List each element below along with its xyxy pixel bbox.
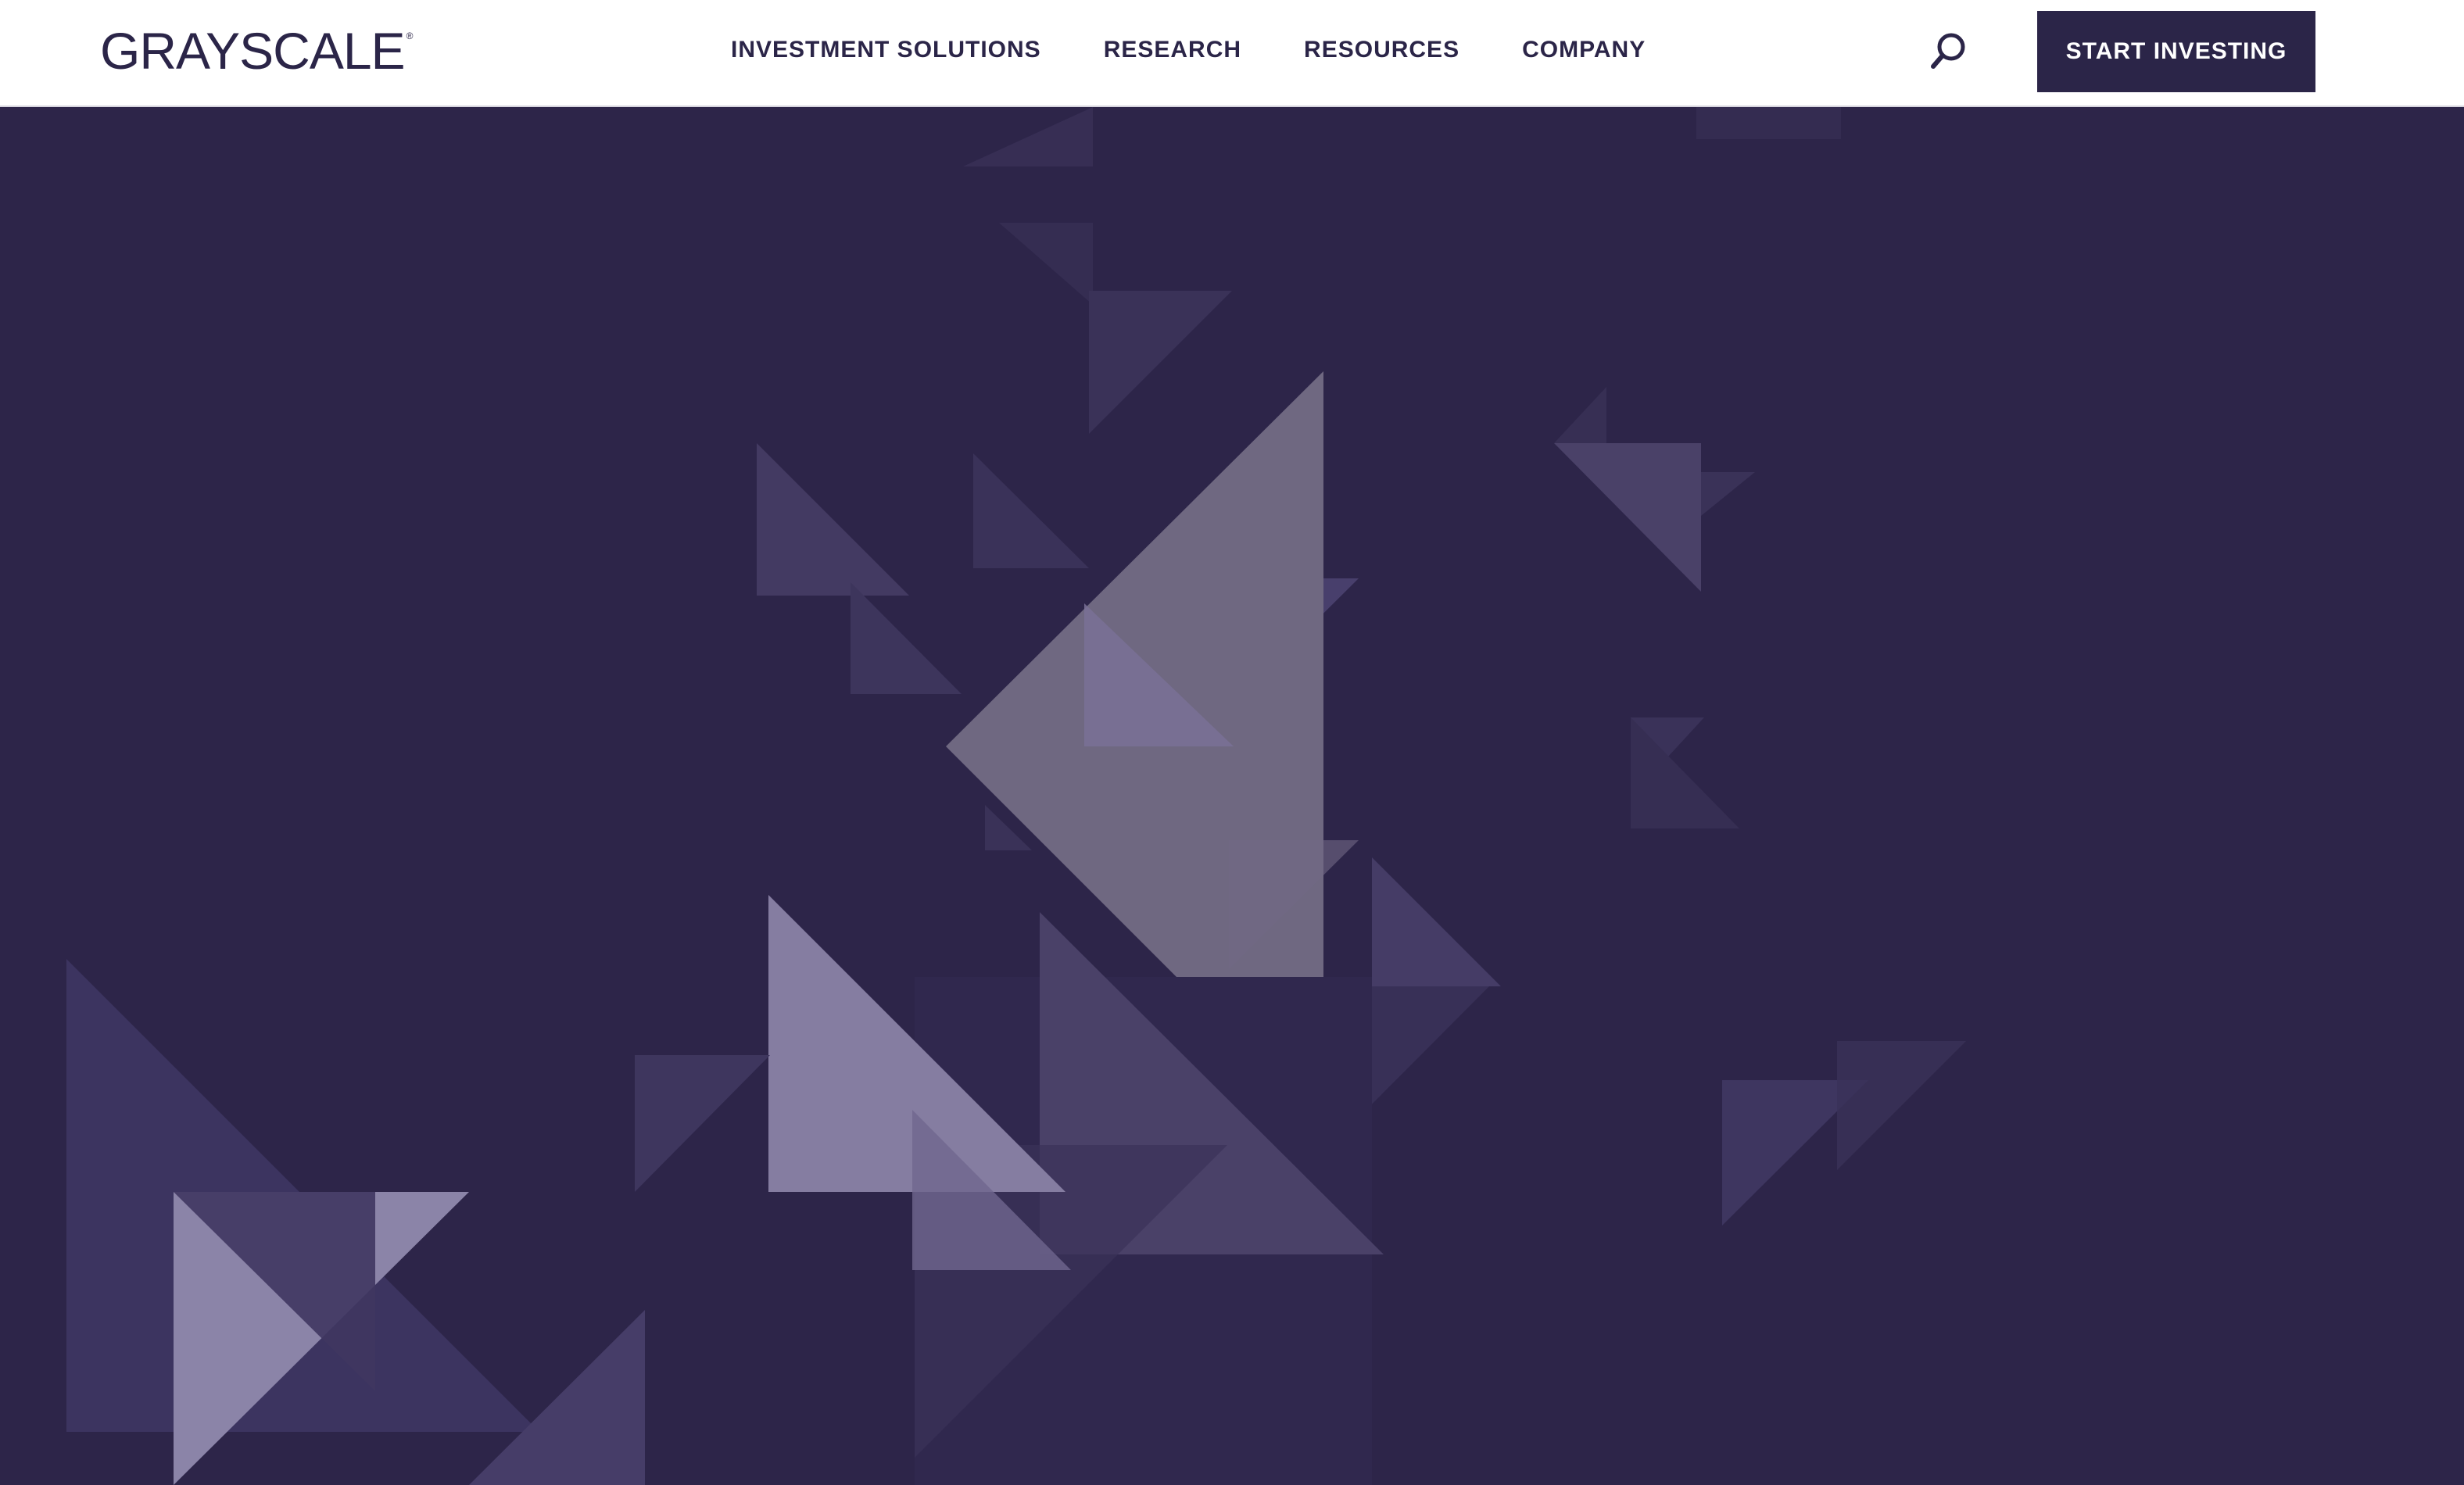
- nav-company[interactable]: COMPANY: [1522, 37, 1646, 63]
- nav-investment-solutions[interactable]: INVESTMENT SOLUTIONS: [731, 37, 1041, 63]
- triangle: [999, 223, 1093, 305]
- triangle: [757, 443, 909, 596]
- triangle: [1837, 1041, 1966, 1170]
- triangle: [1701, 472, 1755, 516]
- triangle: [851, 582, 962, 694]
- logo-text: GRAYSCALE: [100, 22, 406, 80]
- triangle: [1554, 443, 1701, 592]
- start-investing-button[interactable]: START INVESTING: [2037, 11, 2315, 92]
- triangle: [1089, 291, 1232, 434]
- main-nav: INVESTMENT SOLUTIONS RESEARCH RESOURCES …: [731, 0, 1708, 99]
- grayscale-logo[interactable]: GRAYSCALE ®: [100, 22, 414, 80]
- triangle: [1372, 857, 1501, 986]
- nav-resources[interactable]: RESOURCES: [1304, 37, 1459, 63]
- nav-research[interactable]: RESEARCH: [1104, 37, 1241, 63]
- site-header: GRAYSCALE ® INVESTMENT SOLUTIONS RESEARC…: [0, 0, 2464, 107]
- registered-mark: ®: [406, 30, 414, 41]
- search-icon: [1931, 33, 1965, 69]
- triangle: [635, 1055, 770, 1192]
- triangle: [1554, 387, 1606, 443]
- triangle: [973, 453, 1089, 568]
- search-button[interactable]: [1926, 30, 1970, 73]
- triangle: [963, 107, 1093, 166]
- hero-triangle-pattern: [66, 107, 1966, 1485]
- hero-section: [0, 107, 2464, 1485]
- triangle: [1696, 107, 1841, 139]
